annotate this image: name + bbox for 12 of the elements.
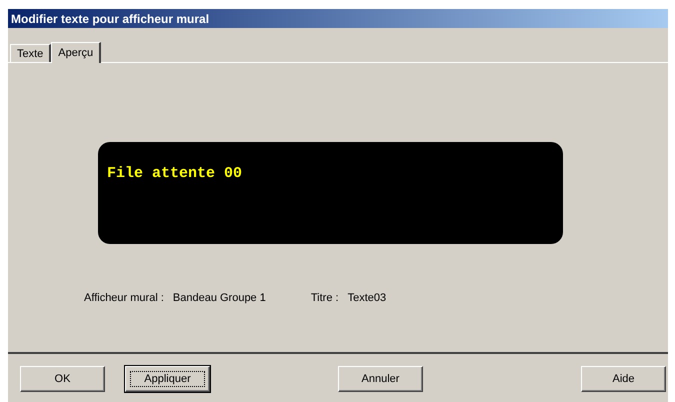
tab[interactable]: Texte: [10, 44, 52, 62]
display-value: Bandeau Groupe 1: [172, 292, 266, 304]
display-text: File attente 00: [107, 165, 242, 182]
title-value: Texte03: [348, 292, 386, 304]
display-label: Afficheur mural :: [84, 292, 164, 304]
window-title: Modifier texte pour afficheur mural: [8, 9, 668, 28]
tab[interactable]: Aperçu: [51, 42, 102, 63]
title-label: Titre :: [310, 292, 339, 304]
dialog-button[interactable]: Aide: [581, 366, 666, 392]
dialog-button[interactable]: OK: [20, 366, 105, 392]
dialog-button[interactable]: Annuler: [338, 366, 423, 392]
dialog-button[interactable]: Appliquer: [125, 366, 210, 392]
